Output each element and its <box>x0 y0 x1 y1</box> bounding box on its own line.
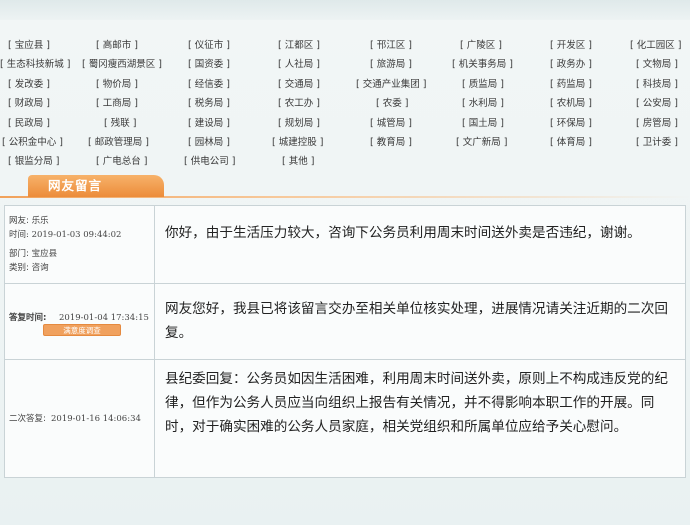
second-reply-content: 县纪委回复：公务员如因生活困难，利用周末时间送外卖，原则上不构成违反党的纪律，但… <box>165 371 668 435</box>
department-link[interactable]: [ 开发区 ] <box>550 36 592 55</box>
department-link[interactable]: [ 物价局 ] <box>96 75 138 94</box>
department-row: [ 发改委 ] [ 物价局 ] [ 经信委 ] [ 交通局 ] [ 交通产业集团… <box>0 75 690 94</box>
department-link[interactable]: [ 仪征市 ] <box>188 36 230 55</box>
message-content-cell: 你好，由于生活压力较大，咨询下公务员利用周末时间送外卖是否违纪，谢谢。 <box>156 206 685 283</box>
department-link[interactable]: [ 财政局 ] <box>8 94 50 113</box>
department-row: [ 民政局 ] [ 残联 ] [ 建设局 ] [ 规划局 ] [ 城管局 ] [… <box>0 114 690 133</box>
department-link[interactable]: [ 广电总台 ] <box>96 152 147 171</box>
department-link[interactable]: [ 公积金中心 ] <box>2 133 63 152</box>
department-link[interactable]: [ 供电公司 ] <box>184 152 235 171</box>
reply-content: 网友您好，我县已将该留言交办至相关单位核实处理，进展情况请关注近期的二次回复。 <box>165 301 668 341</box>
message-content: 你好，由于生活压力较大，咨询下公务员利用周末时间送外卖是否违纪，谢谢。 <box>165 225 641 241</box>
department-link[interactable]: [ 公安局 ] <box>636 94 678 113</box>
department-link[interactable]: [ 城管局 ] <box>370 114 412 133</box>
department-link[interactable]: [ 国资委 ] <box>188 55 230 74</box>
department-link[interactable]: [ 邮政管理局 ] <box>88 133 149 152</box>
reply-time-label: 答复时间: <box>9 313 47 323</box>
message-category: 类别: 咨询 <box>9 263 49 273</box>
department-link[interactable]: [ 生态科技新城 ] <box>0 55 70 74</box>
department-link[interactable]: [ 邗江区 ] <box>370 36 412 55</box>
department-link[interactable]: [ 银监分局 ] <box>8 152 59 171</box>
section-header: 网友留言 <box>0 175 690 199</box>
department-link[interactable]: [ 城建控股 ] <box>272 133 323 152</box>
user-name: 网友: 乐乐 <box>9 216 49 226</box>
tab-netizen-messages[interactable]: 网友留言 <box>28 175 164 197</box>
department-link[interactable]: [ 农机局 ] <box>550 94 592 113</box>
department-link[interactable]: [ 税务局 ] <box>188 94 230 113</box>
department-link[interactable]: [ 化工园区 ] <box>630 36 681 55</box>
department-link[interactable]: [ 体育局 ] <box>550 133 592 152</box>
department-link[interactable]: [ 宝应县 ] <box>8 36 50 55</box>
department-link[interactable]: [ 交通局 ] <box>278 75 320 94</box>
department-link[interactable]: [ 卫计委 ] <box>636 133 678 152</box>
department-row: [ 公积金中心 ] [ 邮政管理局 ] [ 园林局 ] [ 城建控股 ] [ 教… <box>0 133 690 152</box>
department-link[interactable]: [ 旅游局 ] <box>370 55 412 74</box>
department-link[interactable]: [ 交通产业集团 ] <box>356 75 426 94</box>
second-reply-content-cell: 县纪委回复：公务员如因生活困难，利用周末时间送外卖，原则上不构成违反党的纪律，但… <box>156 360 685 478</box>
department-link[interactable]: [ 民政局 ] <box>8 114 50 133</box>
message-department: 部门: 宝应县 <box>9 249 58 259</box>
top-banner <box>0 0 690 20</box>
second-reply-time: 2019-01-16 14:06:34 <box>51 414 141 424</box>
department-grid: [ 宝应县 ] [ 高邮市 ] [ 仪征市 ] [ 江都区 ] [ 邗江区 ] … <box>0 36 690 172</box>
reply-content-cell: 网友您好，我县已将该留言交办至相关单位核实处理，进展情况请关注近期的二次回复。 <box>156 284 685 359</box>
department-link[interactable]: [ 经信委 ] <box>188 75 230 94</box>
department-link[interactable]: [ 房管局 ] <box>636 114 678 133</box>
department-row: [ 生态科技新城 ] [ 蜀冈瘦西湖景区 ] [ 国资委 ] [ 人社局 ] [… <box>0 55 690 74</box>
department-link[interactable]: [ 蜀冈瘦西湖景区 ] <box>82 55 162 74</box>
department-link[interactable]: [ 文物局 ] <box>636 55 678 74</box>
department-link[interactable]: [ 科技局 ] <box>636 75 678 94</box>
department-link[interactable]: [ 其他 ] <box>282 152 314 171</box>
department-link[interactable]: [ 人社局 ] <box>278 55 320 74</box>
department-link[interactable]: [ 园林局 ] <box>188 133 230 152</box>
department-row: [ 宝应县 ] [ 高邮市 ] [ 仪征市 ] [ 江都区 ] [ 邗江区 ] … <box>0 36 690 55</box>
department-link[interactable]: [ 机关事务局 ] <box>452 55 513 74</box>
department-link[interactable]: [ 文广新局 ] <box>456 133 507 152</box>
message-table: 网友: 乐乐 时间: 2019-01-03 09:44:02 部门: 宝应县 类… <box>4 205 686 478</box>
department-link[interactable]: [ 国土局 ] <box>462 114 504 133</box>
second-reply-label: 二次答复: <box>9 414 46 424</box>
department-link[interactable]: [ 建设局 ] <box>188 114 230 133</box>
department-link[interactable]: [ 规划局 ] <box>278 114 320 133</box>
reply-meta: 答复时间: 2019-01-04 17:34:15 满意度调查 <box>5 284 155 359</box>
department-link[interactable]: [ 教育局 ] <box>370 133 412 152</box>
department-link[interactable]: [ 水利局 ] <box>462 94 504 113</box>
department-link[interactable]: [ 发改委 ] <box>8 75 50 94</box>
department-link[interactable]: [ 农委 ] <box>376 94 408 113</box>
department-link[interactable]: [ 残联 ] <box>104 114 136 133</box>
department-link[interactable]: [ 广陵区 ] <box>460 36 502 55</box>
department-row: [ 财政局 ] [ 工商局 ] [ 税务局 ] [ 农工办 ] [ 农委 ] [… <box>0 94 690 113</box>
reply-time-value: 2019-01-04 17:34:15 <box>59 313 149 323</box>
satisfaction-survey-button[interactable]: 满意度调查 <box>43 324 121 336</box>
department-link[interactable]: [ 政务办 ] <box>550 55 592 74</box>
department-link[interactable]: [ 高邮市 ] <box>96 36 138 55</box>
department-row: [ 银监分局 ] [ 广电总台 ] [ 供电公司 ] [ 其他 ] <box>0 152 690 171</box>
department-link[interactable]: [ 环保局 ] <box>550 114 592 133</box>
department-link[interactable]: [ 药监局 ] <box>550 75 592 94</box>
message-meta: 网友: 乐乐 时间: 2019-01-03 09:44:02 部门: 宝应县 类… <box>5 206 155 283</box>
message-time: 时间: 2019-01-03 09:44:02 <box>9 230 122 240</box>
department-link[interactable]: [ 江都区 ] <box>278 36 320 55</box>
department-link[interactable]: [ 质监局 ] <box>462 75 504 94</box>
department-link[interactable]: [ 工商局 ] <box>96 94 138 113</box>
department-link[interactable]: [ 农工办 ] <box>278 94 320 113</box>
second-reply-meta: 二次答复: 2019-01-16 14:06:34 <box>5 360 155 478</box>
